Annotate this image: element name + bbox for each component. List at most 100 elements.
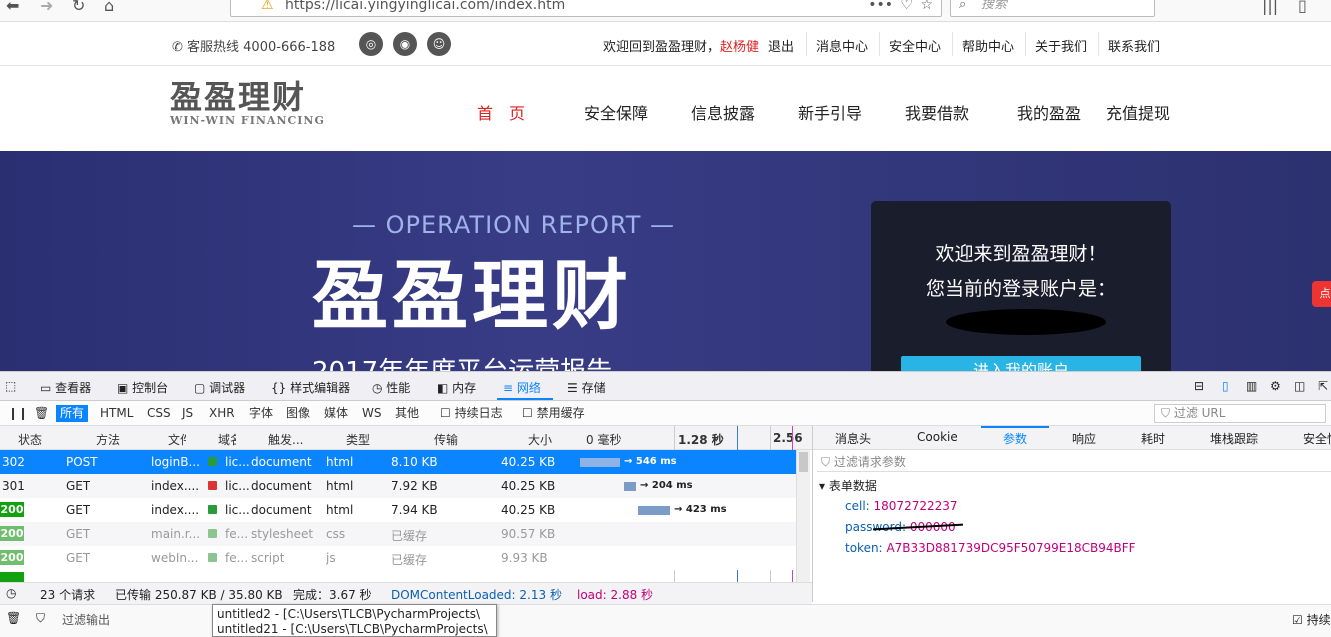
- insecure-lock-icon[interactable]: ⚠: [261, 0, 274, 15]
- clear-trash-icon[interactable]: 🗑: [30, 405, 53, 422]
- request-list-scrollbar[interactable]: [796, 450, 810, 582]
- filter-other[interactable]: 其他: [391, 405, 423, 422]
- tab-stack-trace[interactable]: 堆栈跟踪: [1210, 430, 1258, 447]
- request-row[interactable]: 200 GET webIn... fe... script js 已缓存 9.9…: [0, 546, 796, 570]
- filter-images[interactable]: 图像: [282, 405, 314, 422]
- banner-big-title: 盈盈理财: [312, 251, 632, 340]
- tooltip-line[interactable]: untitled21 - [C:\Users\TLCB\PycharmProje…: [217, 622, 492, 637]
- about-us-link[interactable]: 关于我们: [1035, 36, 1087, 55]
- filter-all[interactable]: 所有: [56, 405, 89, 422]
- nav-home[interactable]: 首 页: [477, 100, 525, 124]
- screenshot-icon[interactable]: ▥: [1246, 379, 1257, 393]
- hero-banner[interactable]: — OPERATION REPORT — 盈盈理财 2017年年度平台运营报告 …: [0, 151, 1331, 371]
- col-status[interactable]: 状态: [18, 431, 42, 448]
- request-row[interactable]: 200 GET main.r... fe... stylesheet css 已…: [0, 522, 796, 546]
- request-row[interactable]: 200 GET index.... lic... document html 7…: [0, 498, 796, 522]
- side-badge[interactable]: 点: [1312, 281, 1331, 307]
- enter-account-button[interactable]: 进入我的账户: [901, 356, 1141, 371]
- tab-debugger[interactable]: ▢ 调试器: [194, 379, 245, 396]
- filter-fonts[interactable]: 字体: [245, 405, 277, 422]
- bookmark-star-icon[interactable]: ☆: [920, 0, 933, 15]
- tab-response[interactable]: 响应: [1072, 430, 1096, 447]
- pick-element-icon[interactable]: ⬚: [5, 379, 16, 393]
- tab-params[interactable]: 参数: [1003, 430, 1027, 447]
- tab-performance[interactable]: ◷ 性能: [372, 379, 410, 396]
- nav-security[interactable]: 安全保障: [584, 100, 648, 124]
- tab-inspector[interactable]: ▭ 查看器: [40, 379, 91, 396]
- qq-icon[interactable]: ☺: [427, 32, 451, 56]
- back-icon[interactable]: ⬅: [6, 0, 19, 15]
- search-input[interactable]: ⌕ 搜索: [950, 0, 1155, 17]
- timing-label: → 423 ms: [674, 504, 727, 515]
- nav-recharge[interactable]: 充值提现: [1106, 100, 1170, 124]
- request-row[interactable]: 301 GET index.... lic... document html 7…: [0, 474, 796, 498]
- username-link[interactable]: 赵杨健: [720, 36, 759, 55]
- scrollbar-thumb[interactable]: [799, 452, 808, 472]
- filter-icon[interactable]: ⛉: [36, 611, 45, 626]
- filter-html[interactable]: HTML: [96, 405, 137, 422]
- responsive-icon[interactable]: ▯: [1222, 379, 1229, 393]
- tab-style-editor[interactable]: {} 样式编辑器: [271, 379, 350, 396]
- split-console-icon[interactable]: ◫: [1294, 379, 1305, 393]
- tooltip-line[interactable]: untitled2 - [C:\Users\TLCB\PycharmProjec…: [217, 607, 492, 622]
- insecure-lock-icon: [208, 481, 217, 490]
- tab-memory[interactable]: ◧ 内存: [437, 379, 476, 396]
- logout-link[interactable]: 退出: [768, 36, 794, 55]
- filter-url-input[interactable]: ⛉ 过滤 URL: [1154, 404, 1326, 423]
- help-center-link[interactable]: 帮助中心: [962, 36, 1014, 55]
- tab-network[interactable]: ≡ 网络: [503, 379, 541, 396]
- tab-timings[interactable]: 耗时: [1141, 430, 1165, 447]
- form-data-section[interactable]: ▾ 表单数据: [819, 477, 877, 494]
- weibo-icon[interactable]: ◎: [359, 32, 383, 56]
- col-transfer[interactable]: 传输: [434, 431, 458, 448]
- request-row[interactable]: 302 POST loginB... lic... document html …: [0, 450, 796, 474]
- more-icon[interactable]: ⇱: [1318, 379, 1328, 393]
- home-icon[interactable]: ⌂: [104, 0, 114, 15]
- wechat-icon[interactable]: ◉: [393, 32, 417, 56]
- persist-checkbox[interactable]: ☑ 持续: [1292, 611, 1331, 628]
- tab-security[interactable]: 安全性: [1303, 430, 1331, 447]
- nav-newbie-guide[interactable]: 新手引导: [798, 100, 862, 124]
- nav-disclosure[interactable]: 信息披露: [691, 100, 755, 124]
- filter-xhr[interactable]: XHR: [205, 405, 239, 422]
- reload-icon[interactable]: ↻: [72, 0, 85, 15]
- url-bar[interactable]: ⚠ https://licai.yingyinglicai.com/index.…: [230, 0, 942, 17]
- tab-console[interactable]: ▣ 控制台: [117, 379, 168, 396]
- filter-output-input[interactable]: 过滤输出: [62, 611, 110, 628]
- persist-log-checkbox[interactable]: ☐ 持续日志: [436, 405, 507, 422]
- col-size[interactable]: 大小: [528, 431, 552, 448]
- tab-headers[interactable]: 消息头: [835, 430, 871, 447]
- pocket-icon[interactable]: ♡: [900, 0, 913, 15]
- method: GET: [66, 527, 91, 541]
- page-actions-icon[interactable]: •••: [868, 0, 893, 15]
- disable-cache-checkbox[interactable]: ☐ 禁用缓存: [518, 405, 589, 422]
- clear-trash-icon[interactable]: 🗑: [6, 611, 21, 625]
- security-center-link[interactable]: 安全中心: [889, 36, 941, 55]
- site-logo[interactable]: 盈盈理财 WIN-WIN FINANCING: [170, 80, 325, 127]
- sidebar-icon[interactable]: ▯: [1298, 0, 1307, 15]
- message-center-link[interactable]: 消息中心: [816, 36, 868, 55]
- col-waterfall-start[interactable]: 0 毫秒: [586, 431, 621, 448]
- forward-icon[interactable]: ➜: [40, 0, 53, 15]
- pause-icon[interactable]: ❙❙: [4, 405, 32, 422]
- filter-js[interactable]: JS: [178, 405, 197, 422]
- col-trigger[interactable]: 触发...: [268, 431, 303, 448]
- library-icon[interactable]: |||: [1262, 0, 1278, 15]
- filter-ws[interactable]: WS: [358, 405, 385, 422]
- filter-css[interactable]: CSS: [143, 405, 175, 422]
- col-domain[interactable]: 域名: [218, 431, 236, 448]
- col-type[interactable]: 类型: [346, 431, 370, 448]
- tab-cookies[interactable]: Cookie: [917, 430, 958, 444]
- settings-gear-icon[interactable]: ⚙: [1270, 379, 1281, 393]
- nav-my-account[interactable]: 我的盈盈: [1017, 100, 1081, 124]
- dock-icon[interactable]: ⊟: [1194, 379, 1204, 393]
- filter-params-input[interactable]: ⛉ 过滤请求参数: [817, 452, 1331, 472]
- nav-borrow[interactable]: 我要借款: [905, 100, 969, 124]
- performance-analysis-icon[interactable]: ◷: [6, 586, 16, 600]
- tab-storage[interactable]: ☰ 存储: [567, 379, 606, 396]
- col-method[interactable]: 方法: [96, 431, 120, 448]
- contact-us-link[interactable]: 联系我们: [1108, 36, 1160, 55]
- request-details-pane: 消息头 Cookie 参数 响应 耗时 堆栈跟踪 安全性 ⛉ 过滤请求参数 ▾ …: [812, 426, 1331, 602]
- col-file[interactable]: 文件: [168, 431, 186, 448]
- filter-media[interactable]: 媒体: [320, 405, 352, 422]
